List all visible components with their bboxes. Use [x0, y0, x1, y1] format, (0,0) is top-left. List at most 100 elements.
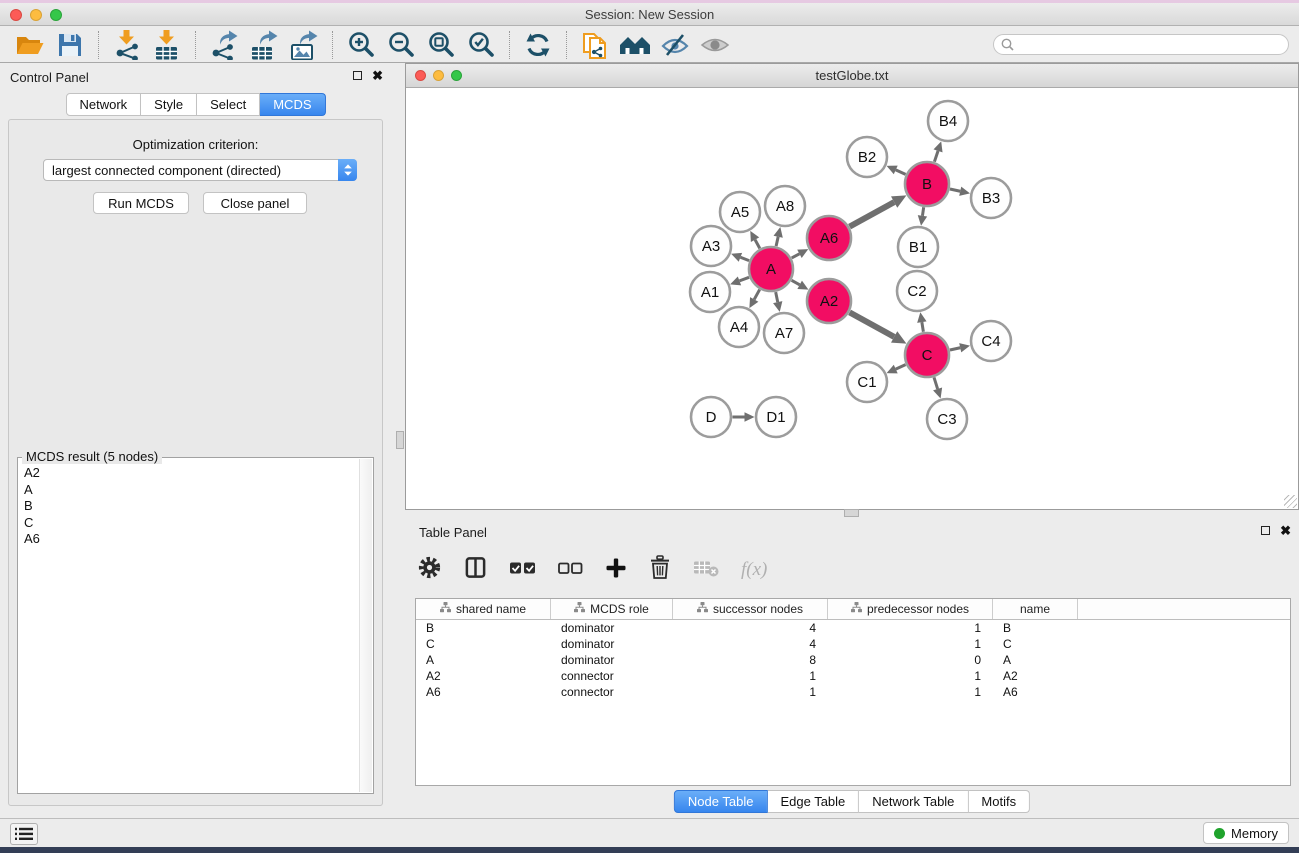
table-cell[interactable]: A6 — [993, 685, 1078, 699]
column-header-shared-name[interactable]: shared name — [416, 599, 551, 619]
graph-edge-B-B1[interactable] — [922, 207, 923, 216]
graph-edge-C-C4[interactable] — [950, 348, 960, 350]
memory-button[interactable]: Memory — [1203, 822, 1289, 844]
float-panel-icon[interactable] — [1261, 526, 1270, 535]
column-header-MCDS-role[interactable]: MCDS role — [551, 599, 673, 619]
delete-columns-icon[interactable] — [649, 555, 671, 585]
table-cell[interactable]: 1 — [828, 669, 993, 683]
tab-select[interactable]: Select — [197, 93, 260, 116]
table-row[interactable]: Bdominator41B — [416, 620, 1290, 636]
resize-grip-icon[interactable] — [1284, 495, 1297, 508]
table-row[interactable]: Cdominator41C — [416, 636, 1290, 652]
table-cell[interactable]: B — [416, 621, 551, 635]
zoom-fit-icon[interactable] — [421, 29, 461, 61]
tab-network-table[interactable]: Network Table — [859, 790, 968, 813]
graph-edge-C-C2[interactable] — [922, 322, 924, 332]
graph-edge-A-A7[interactable] — [776, 292, 778, 302]
table-cell[interactable]: 8 — [673, 653, 828, 667]
table-cell[interactable]: 0 — [828, 653, 993, 667]
graph-edge-A2-C[interactable] — [850, 312, 895, 337]
table-cell[interactable]: C — [416, 637, 551, 651]
tab-network[interactable]: Network — [65, 93, 141, 116]
network-graph[interactable]: B4B2BB3A5A8A6B1A3AC2A1A2A4A7C4CC1C3DD1 — [406, 88, 1298, 509]
result-item[interactable]: A2 — [24, 465, 359, 482]
result-item[interactable]: A — [24, 482, 359, 499]
result-item[interactable]: B — [24, 498, 359, 515]
close-panel-icon[interactable]: ✖ — [372, 70, 383, 81]
tab-mcds[interactable]: MCDS — [260, 93, 325, 116]
table-cell[interactable]: connector — [551, 685, 673, 699]
graph-edge-B-B2[interactable] — [896, 170, 906, 174]
tab-motifs[interactable]: Motifs — [968, 790, 1030, 813]
network-canvas[interactable]: B4B2BB3A5A8A6B1A3AC2A1A2A4A7C4CC1C3DD1 — [406, 88, 1298, 509]
table-cell[interactable]: A6 — [416, 685, 551, 699]
table-row[interactable]: A6connector11A6 — [416, 684, 1290, 700]
table-cell[interactable]: 1 — [828, 621, 993, 635]
table-cell[interactable]: 4 — [673, 621, 828, 635]
table-cell[interactable]: 4 — [673, 637, 828, 651]
export-network-icon[interactable] — [204, 29, 244, 61]
export-image-icon[interactable] — [284, 29, 324, 61]
table-row[interactable]: Adominator80A — [416, 652, 1290, 668]
refresh-network-view-icon[interactable] — [518, 29, 558, 61]
table-cell[interactable]: A2 — [416, 669, 551, 683]
tab-node-table[interactable]: Node Table — [674, 790, 768, 813]
show-columns-icon[interactable] — [464, 556, 487, 584]
column-header-name[interactable]: name — [993, 599, 1078, 619]
result-item[interactable]: A6 — [24, 531, 359, 548]
graph-edge-A-A3[interactable] — [740, 257, 749, 260]
table-options-gear-icon[interactable] — [417, 555, 442, 585]
zoom-in-icon[interactable] — [341, 29, 381, 61]
import-table-from-file-icon[interactable] — [147, 29, 187, 61]
table-cell[interactable]: dominator — [551, 637, 673, 651]
task-history-button[interactable] — [10, 823, 38, 845]
add-column-icon[interactable] — [605, 557, 627, 584]
import-network-from-file-icon[interactable] — [107, 29, 147, 61]
column-header-successor-nodes[interactable]: successor nodes — [673, 599, 828, 619]
network-window-titlebar[interactable]: testGlobe.txt — [406, 64, 1298, 88]
table-cell[interactable]: A2 — [993, 669, 1078, 683]
zoom-selected-icon[interactable] — [461, 29, 501, 61]
table-cell[interactable]: 1 — [828, 637, 993, 651]
tab-style[interactable]: Style — [141, 93, 197, 116]
table-cell[interactable]: dominator — [551, 621, 673, 635]
search-input[interactable] — [993, 34, 1289, 55]
graph-edge-A-A8[interactable] — [776, 237, 778, 246]
zoom-out-icon[interactable] — [381, 29, 421, 61]
table-cell[interactable]: A — [416, 653, 551, 667]
table-cell[interactable]: 1 — [828, 685, 993, 699]
graph-edge-A-A5[interactable] — [755, 240, 760, 249]
graph-edge-B-B4[interactable] — [934, 151, 938, 162]
show-all-icon[interactable] — [695, 29, 735, 61]
select-all-icon[interactable] — [509, 558, 536, 583]
deselect-all-icon[interactable] — [558, 559, 583, 582]
run-mcds-button[interactable]: Run MCDS — [93, 192, 189, 214]
tab-edge-table[interactable]: Edge Table — [767, 790, 859, 813]
graph-edge-C-C3[interactable] — [934, 377, 938, 389]
graph-edge-A-A6[interactable] — [792, 254, 800, 258]
criterion-dropdown[interactable]: largest connected component (directed) — [43, 159, 357, 181]
close-panel-button[interactable]: Close panel — [203, 192, 307, 214]
save-session-icon[interactable] — [50, 29, 90, 61]
graph-edge-A-A2[interactable] — [792, 280, 800, 284]
graph-edge-A-A1[interactable] — [739, 277, 749, 281]
close-panel-icon[interactable]: ✖ — [1280, 525, 1291, 536]
table-cell[interactable]: B — [993, 621, 1078, 635]
table-cell[interactable]: C — [993, 637, 1078, 651]
splitter-grip[interactable] — [396, 431, 404, 449]
float-panel-icon[interactable] — [353, 71, 362, 80]
graph-edge-C-C1[interactable] — [896, 365, 906, 369]
export-table-icon[interactable] — [244, 29, 284, 61]
column-header-predecessor-nodes[interactable]: predecessor nodes — [828, 599, 993, 619]
table-cell[interactable]: connector — [551, 669, 673, 683]
open-session-icon[interactable] — [10, 29, 50, 61]
table-cell[interactable]: 1 — [673, 669, 828, 683]
graph-edge-A6-B[interactable] — [850, 202, 895, 227]
result-item[interactable]: C — [24, 515, 359, 532]
hide-selected-icon[interactable] — [655, 29, 695, 61]
result-scrollbar[interactable] — [359, 459, 372, 792]
table-row[interactable]: A2connector11A2 — [416, 668, 1290, 684]
graph-edge-A-A4[interactable] — [754, 290, 759, 300]
table-cell[interactable]: 1 — [673, 685, 828, 699]
new-network-from-selection-icon[interactable] — [575, 29, 615, 61]
